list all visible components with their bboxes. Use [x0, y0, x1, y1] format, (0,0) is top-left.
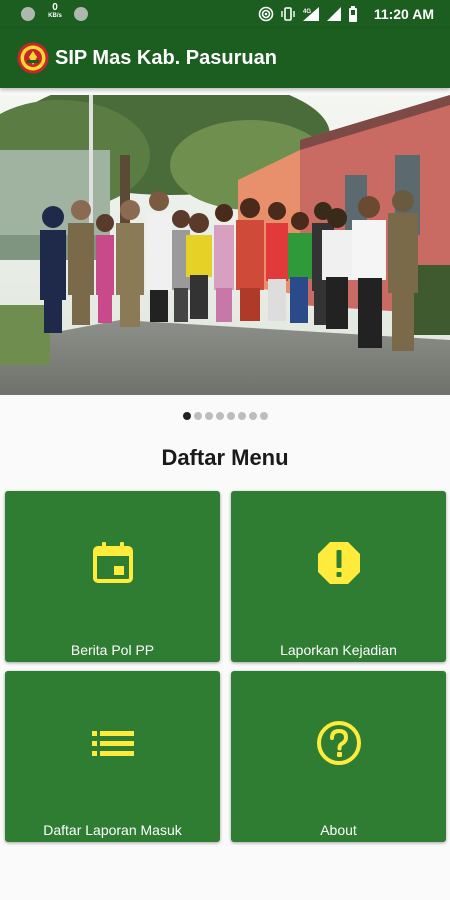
notification-dot-icon — [74, 7, 88, 21]
hotspot-icon — [258, 6, 274, 22]
network-speed-unit: KB/s — [48, 13, 62, 19]
app-bar: SIP Mas Kab. Pasuruan — [0, 28, 450, 88]
menu-tile-about[interactable]: About — [231, 671, 446, 842]
carousel-dot[interactable] — [226, 412, 235, 420]
battery-icon — [349, 6, 357, 22]
notification-dot-icon — [21, 7, 35, 21]
carousel-dot[interactable] — [182, 412, 191, 420]
menu-tile-label: Laporkan Kejadian — [280, 642, 397, 658]
status-icons: 4G — [258, 5, 358, 23]
menu-title: Daftar Menu — [161, 445, 289, 470]
menu-tile-daftar-laporan-masuk[interactable]: Daftar Laporan Masuk — [5, 671, 220, 842]
network-speed: 0 KB/s — [44, 3, 66, 20]
help-circle-icon — [316, 721, 361, 765]
wifi-signal-icon: 4G — [303, 7, 319, 21]
menu-tile-laporkan-kejadian[interactable]: Laporkan Kejadian — [231, 491, 446, 662]
vibrate-icon — [281, 7, 295, 21]
app-title: SIP Mas Kab. Pasuruan — [55, 47, 277, 69]
carousel-dot[interactable] — [193, 412, 202, 420]
menu-tile-label: About — [320, 822, 357, 838]
pasuruan-emblem-icon — [17, 42, 49, 74]
banner-photo — [0, 95, 450, 395]
cell-signal-icon — [327, 7, 341, 21]
carousel-dot[interactable] — [204, 412, 213, 420]
status-time: 11:20 AM — [373, 6, 434, 22]
carousel-dot[interactable] — [237, 412, 246, 420]
carousel-indicator — [0, 412, 450, 420]
menu-tile-berita-pol-pp[interactable]: Berita Pol PP — [5, 491, 220, 662]
alert-octagon-icon — [317, 542, 360, 584]
network-type-label: 4G — [303, 9, 311, 15]
carousel-dot[interactable] — [215, 412, 224, 420]
menu-tile-label: Daftar Laporan Masuk — [43, 822, 182, 838]
carousel-dot[interactable] — [248, 412, 257, 420]
status-bar: 0 KB/s 4G 11:20 AM — [0, 0, 450, 28]
menu-tile-label: Berita Pol PP — [70, 642, 155, 658]
carousel-dot[interactable] — [259, 412, 268, 420]
banner-carousel[interactable] — [0, 95, 450, 395]
calendar-icon — [92, 542, 133, 583]
list-icon — [91, 731, 134, 756]
